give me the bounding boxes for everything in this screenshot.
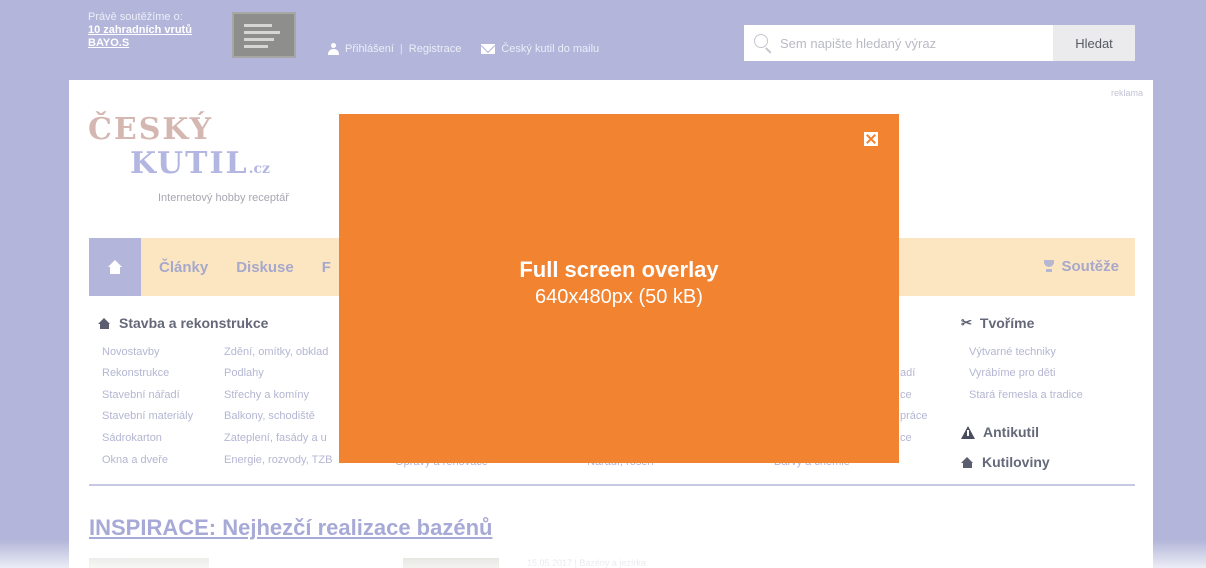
search-button[interactable]: Hledat [1053, 25, 1135, 61]
menu-link[interactable]: Novostavby [102, 346, 159, 358]
menu-link[interactable]: Stavební nářadí [102, 389, 180, 401]
nav-item-clanky[interactable]: Články [159, 259, 208, 276]
nav-item-souteze[interactable]: Soutěže [1043, 258, 1119, 275]
logo-line1: ČESKÝ [88, 112, 214, 147]
menu-link[interactable]: Podlahy [224, 367, 264, 379]
home-icon [98, 317, 111, 329]
overlay-title: Full screen overlay [519, 257, 719, 282]
mail-icon [481, 44, 496, 54]
menu-link[interactable]: práce [900, 410, 928, 422]
menu-link[interactable]: ce [900, 432, 912, 444]
user-icon [328, 43, 339, 55]
promo-link[interactable]: 10 zahradních vrutů BAYO.S [88, 24, 192, 50]
menu-link[interactable]: Balkony, schodiště [224, 410, 315, 422]
home-icon [107, 260, 123, 274]
menu-link[interactable]: adí [900, 367, 915, 379]
warning-icon [961, 425, 975, 439]
menu-link[interactable]: Rekonstrukce [102, 367, 169, 379]
menu-link[interactable]: Vyrábíme pro děti [969, 367, 1055, 379]
menu-link[interactable]: Sádrokarton [102, 432, 162, 444]
menu-link[interactable]: Zdění, omítky, obklad [224, 346, 328, 358]
top-bar: Právě soutěžíme o: 10 zahradních vrutů B… [0, 0, 1206, 80]
menu-category-antikutil[interactable]: Antikutil [961, 424, 1039, 440]
register-link[interactable]: Registrace [409, 43, 462, 55]
promo-label: Právě soutěžíme o: [88, 11, 183, 23]
menu-link[interactable]: Okna a dveře [102, 454, 168, 466]
home-icon [961, 456, 974, 468]
menu-link[interactable]: Výtvarné techniky [969, 346, 1056, 358]
logo-line2: KUTIL.cz [130, 146, 270, 181]
logo-tagline: Internetový hobby receptář [158, 192, 289, 204]
search-box: Hledat [744, 25, 1135, 61]
article-thumbnail[interactable] [89, 558, 209, 568]
link-separator: | [399, 43, 403, 55]
menu-link[interactable]: Střechy a komíny [224, 389, 309, 401]
menu-link[interactable]: Stará řemesla a tradice [969, 389, 1083, 401]
user-links: Přihlášení | Registrace Český kutil do m… [328, 43, 599, 55]
article-thumbnail[interactable] [403, 558, 499, 568]
nav-item-fragment[interactable]: F [322, 259, 331, 276]
close-icon[interactable] [864, 132, 878, 146]
search-icon [754, 34, 768, 48]
nav-item-diskuse[interactable]: Diskuse [236, 259, 294, 276]
section-divider [89, 484, 1135, 486]
newsletter-link[interactable]: Český kutil do mailu [481, 43, 599, 55]
menu-link[interactable]: ce [900, 389, 912, 401]
article-headline[interactable]: INSPIRACE: Nejhezčí realizace bazénů [89, 515, 492, 541]
login-link[interactable]: Přihlášení [345, 43, 394, 55]
menu-category-kutiloviny[interactable]: Kutiloviny [961, 454, 1050, 470]
ad-label: reklama [1110, 88, 1143, 98]
contest-promo: Právě soutěžíme o: 10 zahradních vrutů B… [88, 11, 192, 50]
article-meta: 15.05.2017 | Bazény a jezírka [527, 558, 646, 568]
nav-home[interactable] [89, 238, 141, 296]
search-input[interactable] [744, 25, 1053, 61]
menu-link[interactable]: Energie, rozvody, TZB [224, 454, 332, 466]
scissors-icon: ✂ [961, 315, 972, 330]
site-logo[interactable]: ČESKÝ KUTIL.cz Internetový hobby receptá… [88, 112, 328, 207]
menu-category-stavba[interactable]: Stavba a rekonstrukce [98, 315, 268, 331]
promo-thumbnail[interactable] [232, 12, 296, 58]
menu-link[interactable]: Stavební materiály [102, 410, 193, 422]
fullscreen-overlay-ad[interactable]: Full screen overlay 640x480px (50 kB) [339, 114, 899, 463]
trophy-icon [1043, 260, 1055, 273]
overlay-size: 640x480px (50 kB) [535, 286, 703, 308]
menu-link[interactable]: Zateplení, fasády a u [224, 432, 327, 444]
menu-category-tvorime[interactable]: ✂ Tvoříme [961, 315, 1034, 331]
